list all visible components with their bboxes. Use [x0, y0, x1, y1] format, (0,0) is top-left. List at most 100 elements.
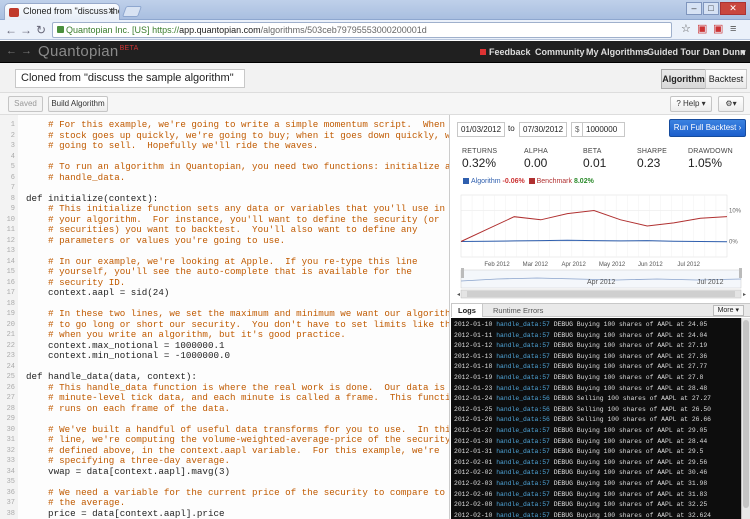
code-line[interactable]: 37 # the average. — [0, 497, 449, 509]
more-button[interactable]: More ▾ — [712, 305, 744, 316]
code-line[interactable]: 25 def handle_data(data, context): — [0, 371, 449, 383]
log-scroll-thumb[interactable] — [743, 320, 749, 508]
code-line[interactable]: 5 # To run an algorithm in Quantopian, y… — [0, 161, 449, 173]
log-date: 2012-01-13 — [454, 352, 493, 360]
settings-button[interactable]: ⚙▾ — [718, 96, 744, 112]
line-number: 12 — [6, 236, 15, 245]
chart-navigator[interactable]: ◂ ▸ Apr 2012 Jul 2012 — [457, 267, 749, 300]
start-date-input[interactable]: 01/03/2012 — [457, 122, 505, 137]
quantopian-logo[interactable]: QuantopianBETA — [38, 43, 139, 60]
code-line[interactable]: 1 # For this example, we're going to wri… — [0, 119, 450, 131]
code-line[interactable]: 31 # line, we're computing the volume-we… — [0, 434, 449, 446]
legend-algorithm[interactable]: Algorithm — [471, 178, 501, 185]
line-number: 19 — [6, 310, 15, 318]
log-level: DEBUG — [553, 427, 573, 434]
tab-backtest[interactable]: Backtest — [705, 69, 747, 89]
code-line[interactable]: 38 price = data[context.aapl].price — [0, 508, 449, 519]
code-line[interactable]: 3 # going to sell. Hopefully we'll ride … — [0, 140, 449, 152]
browser-tab[interactable]: Cloned from "discuss the ✕ — [4, 3, 120, 20]
code-line[interactable]: 19 # In these two lines, we set the maxi… — [0, 308, 449, 320]
benchmark-swatch — [528, 178, 535, 184]
minimize-icon[interactable]: – — [686, 2, 702, 15]
run-full-backtest-button[interactable]: Run Full Backtest › — [669, 119, 746, 137]
code-line[interactable]: 35 — [0, 477, 449, 488]
lock-icon — [57, 26, 64, 33]
build-algorithm-button[interactable]: Build Algorithm — [48, 96, 108, 112]
my-algorithms-link[interactable]: My Algorithms — [586, 47, 648, 57]
wrench-menu-icon[interactable]: ≡ — [730, 23, 736, 36]
browser-tab-title: Cloned from "discuss the — [23, 6, 120, 16]
line-number: 33 — [6, 457, 15, 465]
navigator-right-handle[interactable] — [739, 268, 742, 278]
code-line[interactable]: 11 # securities) you want to backtest. Y… — [0, 224, 449, 236]
tab-runtime-errors[interactable]: Runtime Errors — [487, 304, 549, 317]
log-line: 2012-01-30 handle_data:57 DEBUG Buying 1… — [454, 437, 707, 448]
log-source: handle_data:57 — [496, 490, 550, 498]
extension-icon[interactable]: ▣ — [697, 23, 707, 36]
metric-value: 0.32% — [462, 156, 497, 170]
log-line: 2012-01-26 handle_data:56 DEBUG Selling … — [454, 415, 711, 426]
scroll-right-arrow-icon[interactable]: ▸ — [743, 292, 746, 298]
forward-icon[interactable]: → — [21, 45, 32, 57]
user-menu[interactable]: Dan Dunn — [703, 47, 746, 57]
bookmark-star-icon[interactable]: ☆ — [681, 23, 691, 36]
legend-benchmark[interactable]: Benchmark — [537, 178, 572, 185]
log-level: DEBUG — [553, 352, 573, 360]
reload-icon[interactable]: ↻ — [36, 23, 46, 37]
log-message: Buying 100 shares of AAPL at 28.44 — [576, 437, 708, 445]
line-number: 2 — [10, 131, 15, 140]
code-line[interactable]: 34 vwap = data[context.aapl].mavg(3) — [0, 466, 449, 478]
line-number: 3 — [10, 142, 15, 150]
feedback-link[interactable]: Feedback — [480, 47, 531, 57]
algorithm-title-input[interactable]: Cloned from "discuss the sample algorith… — [15, 69, 245, 88]
log-level: DEBUG — [553, 448, 573, 456]
end-date-input[interactable]: 07/30/2012 — [519, 122, 567, 137]
code-line[interactable]: 7 — [0, 183, 449, 194]
code-editor[interactable]: 1 # For this example, we're going to wri… — [0, 115, 450, 519]
guided-tour-link[interactable]: Guided Tour — [647, 47, 700, 57]
log-scrollbar[interactable] — [741, 318, 750, 519]
code-line[interactable]: 15 # yourself, you'll see the auto-compl… — [0, 266, 449, 278]
back-icon[interactable]: ← — [6, 45, 17, 57]
extension-icon-2[interactable]: ▣ — [713, 23, 723, 36]
user-menu-chevron-icon[interactable]: ▾ — [741, 47, 746, 58]
close-tab-icon[interactable]: ✕ — [107, 6, 115, 17]
code-line[interactable]: 9 # This initialize function sets any da… — [0, 203, 449, 215]
community-link[interactable]: Community — [535, 47, 585, 57]
saved-button[interactable]: Saved — [8, 96, 43, 112]
code-text: # For this example, we're going to write… — [26, 119, 450, 130]
address-bar-row: ← → ↻ Quantopian Inc. [US] https://app.q… — [0, 20, 750, 40]
code-line[interactable]: 12 # parameters or values you're going t… — [0, 235, 449, 247]
code-line[interactable]: 27 # minute-level tick data, and each mi… — [0, 392, 449, 404]
code-line[interactable]: 23 context.min_notional = -1000000.0 — [0, 350, 449, 362]
log-date: 2012-01-18 — [454, 363, 493, 371]
new-tab-button[interactable] — [121, 6, 143, 17]
url-field[interactable]: Quantopian Inc. [US] https://app.quantop… — [52, 22, 672, 38]
back-arrow-icon[interactable]: ← — [5, 23, 17, 37]
log-source: handle_data:57 — [496, 458, 550, 466]
help-button[interactable]: ? Help ▾ — [670, 96, 712, 112]
log-date: 2012-01-30 — [454, 437, 493, 445]
log-output[interactable]: 2012-01-10 handle_data:57 DEBUG Buying 1… — [451, 318, 741, 519]
navigator-left-handle[interactable] — [461, 268, 464, 278]
code-line[interactable]: 13 — [0, 246, 449, 257]
code-line[interactable]: 28 # runs on each frame of the data. — [0, 403, 449, 415]
code-line[interactable]: 21 # when you write an algorithm, but it… — [0, 329, 449, 341]
legend-algorithm-value: -0.06% — [502, 178, 525, 185]
log-date: 2012-01-23 — [454, 384, 493, 392]
code-text: context.min_notional = -1000000.0 — [26, 350, 230, 361]
capital-input[interactable]: 1000000 — [582, 122, 625, 137]
tab-algorithm[interactable]: Algorithm — [661, 69, 706, 89]
scroll-left-arrow-icon[interactable]: ◂ — [457, 292, 460, 298]
code-line[interactable]: 6 # handle_data. — [0, 172, 449, 184]
code-line[interactable]: 17 context.aapl = sid(24) — [0, 287, 449, 299]
line-number: 29 — [6, 415, 15, 423]
navigator-scroll-thumb[interactable] — [467, 291, 735, 297]
maximize-icon[interactable]: □ — [703, 2, 719, 15]
code-line[interactable]: 33 # specifying a three-day average. — [0, 455, 449, 467]
close-window-icon[interactable]: ✕ — [720, 2, 746, 15]
code-line[interactable]: 29 — [0, 414, 449, 425]
log-line: 2012-02-02 handle_data:57 DEBUG Buying 1… — [454, 468, 707, 479]
tab-logs[interactable]: Logs — [451, 304, 483, 317]
forward-arrow-icon[interactable]: → — [20, 23, 32, 37]
